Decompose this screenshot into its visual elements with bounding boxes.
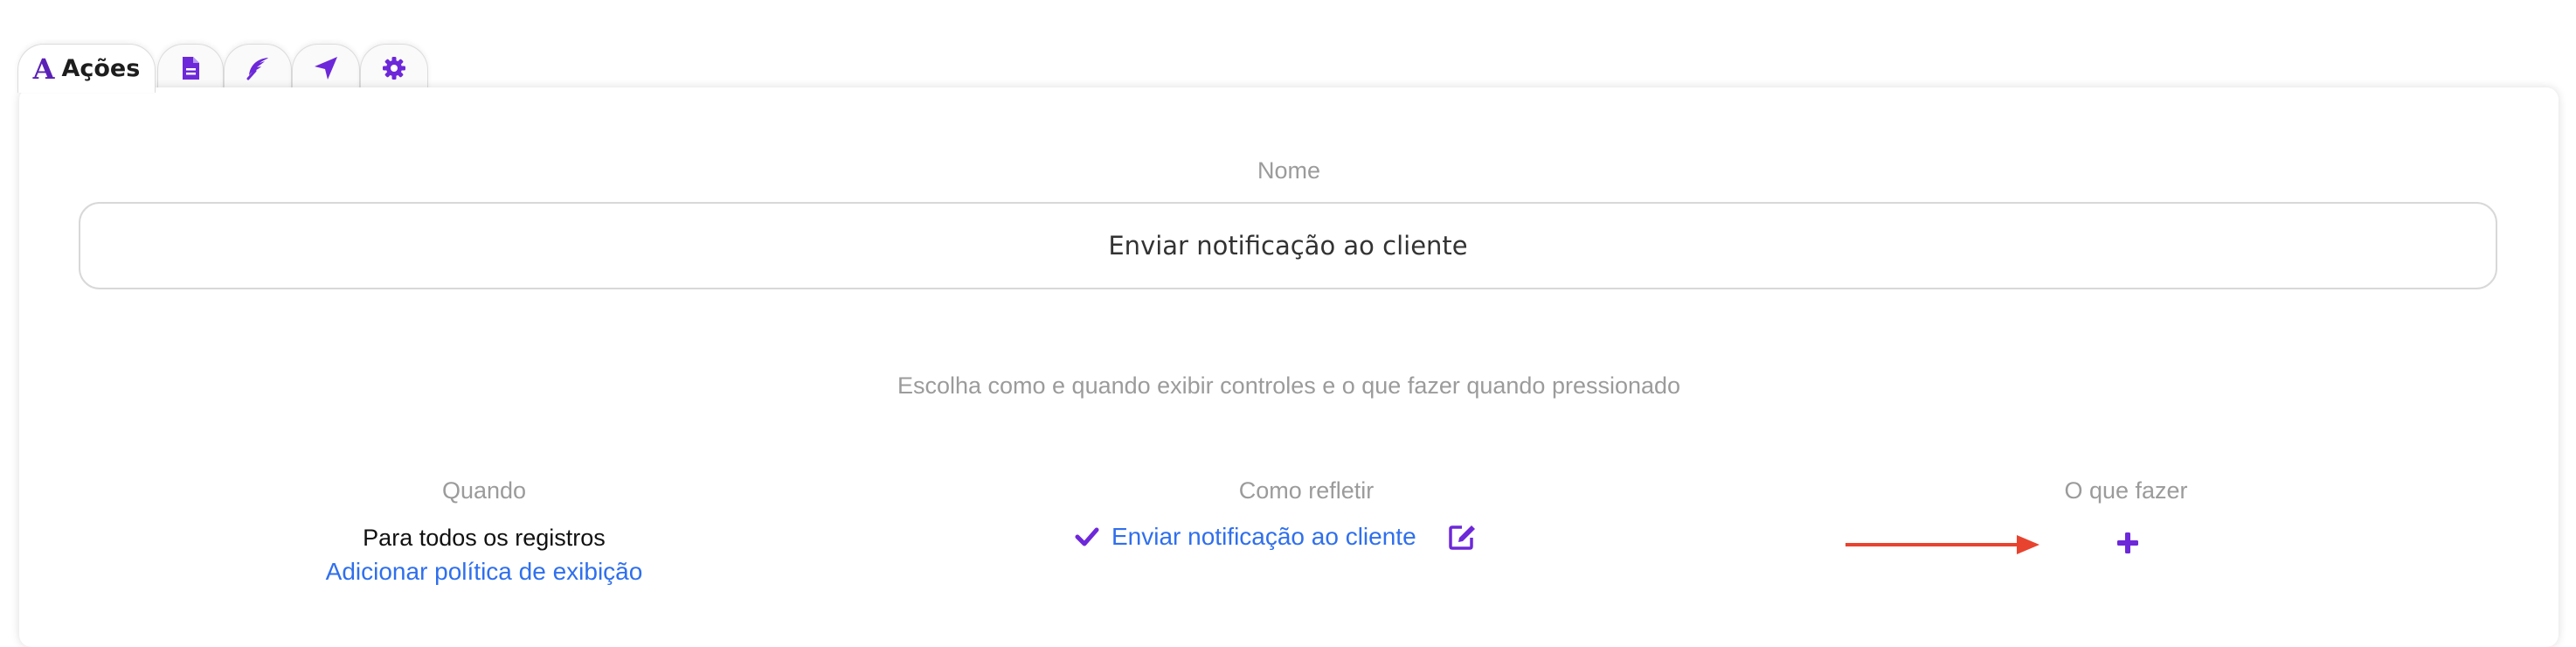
letter-a-icon: A (32, 52, 55, 86)
tab-navigation[interactable] (292, 44, 360, 91)
tab-settings[interactable] (360, 44, 428, 91)
tab-actions[interactable]: A Ações (17, 44, 156, 93)
name-label: Nome (1257, 157, 1321, 184)
when-header: Quando (441, 477, 527, 504)
add-display-policy-link[interactable]: Adicionar política de exibição (222, 558, 746, 586)
tab-style[interactable] (224, 44, 292, 91)
feather-icon (246, 57, 268, 80)
reflect-header: Como refletir (1238, 477, 1375, 504)
checkmark-icon (1075, 527, 1099, 546)
reflect-link[interactable]: Enviar notificação ao cliente (1111, 523, 1416, 551)
tab-actions-label: Ações (61, 55, 141, 82)
instructions-text: Escolha como e quando exibir controles e… (897, 372, 1681, 399)
gear-icon (383, 56, 405, 80)
actions-panel: Nome Escolha como e quando exibir contro… (19, 87, 2559, 647)
edit-icon[interactable] (1448, 523, 1478, 551)
action-header: O que fazer (2064, 477, 2188, 504)
name-input[interactable] (79, 202, 2497, 289)
red-arrow-annotation (1845, 535, 2039, 554)
when-text: Para todos os registros (363, 525, 606, 551)
location-arrow-icon (315, 56, 337, 80)
document-icon (183, 56, 199, 80)
tab-document[interactable] (157, 44, 224, 91)
reflect-row: Enviar notificação ao cliente (1075, 523, 1478, 551)
add-action-plus-icon[interactable] (2116, 532, 2139, 554)
